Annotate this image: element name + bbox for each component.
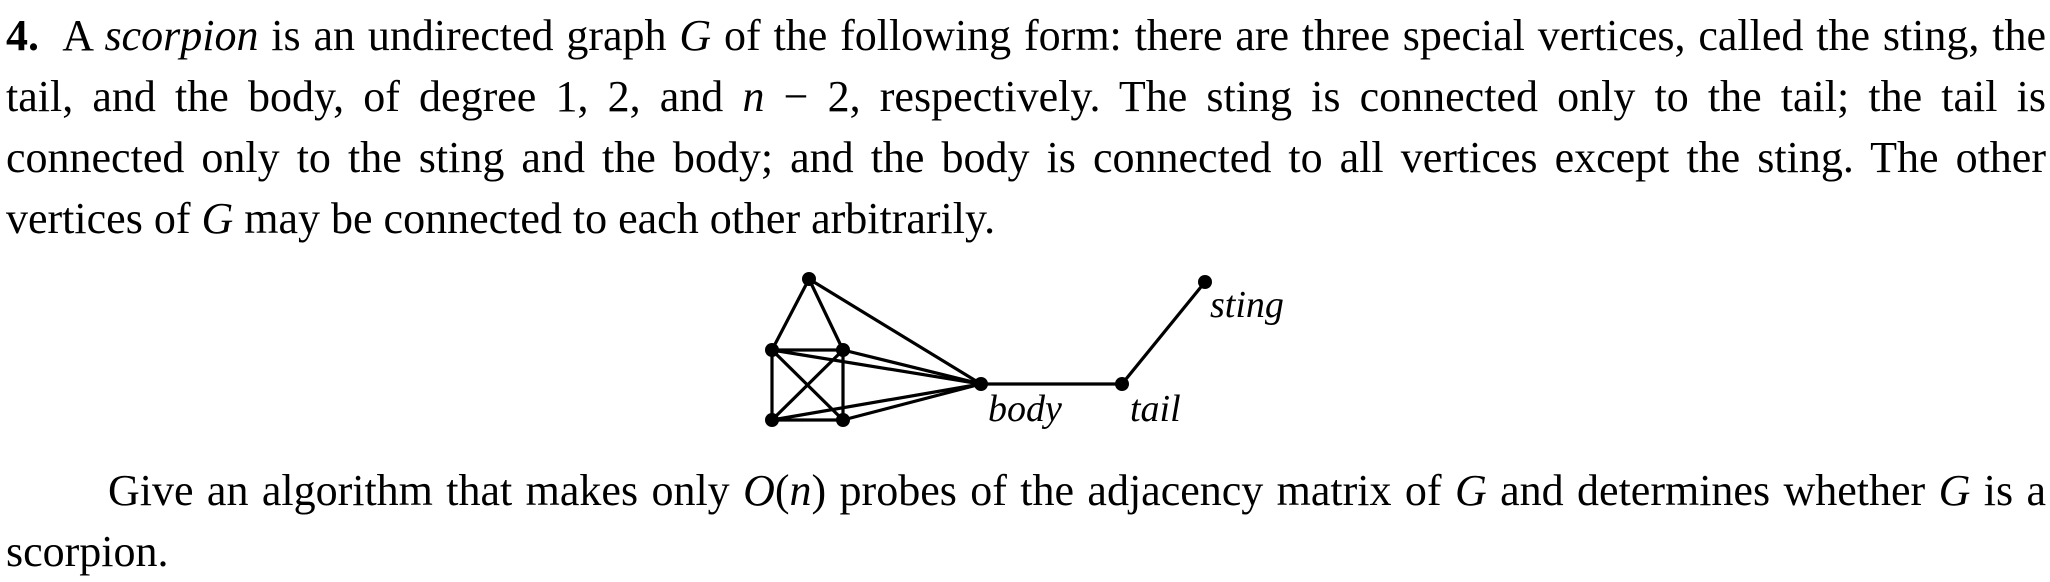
math-degree-1: 1: [555, 72, 578, 121]
graph-vertex: [836, 413, 850, 427]
graph-vertex-body: [974, 377, 988, 391]
scorpion-graph: sting body tail: [765, 272, 1284, 430]
graph-vertex: [765, 343, 779, 357]
text-run: ,: [577, 72, 608, 121]
graph-vertex: [802, 272, 816, 286]
math-n: n: [789, 466, 812, 515]
text-run: , and: [629, 72, 743, 121]
math-n: n: [742, 72, 765, 121]
text-run: Give an algorithm that makes only: [108, 466, 744, 515]
text-run: and determines whether: [1486, 466, 1939, 515]
text-run: may be connected to each other arbitrari…: [233, 194, 996, 243]
graph-edge: [841, 382, 983, 422]
math-G: G: [1938, 466, 1971, 515]
text-run: is an undirected graph: [258, 11, 680, 60]
graph-edge: [770, 277, 811, 352]
graph-vertex: [765, 413, 779, 427]
problem-page: 4. A scorpion is an undirected graph G o…: [0, 0, 2050, 576]
label-body: body: [988, 388, 1062, 430]
math-G: G: [1454, 466, 1487, 515]
problem-statement: 4. A scorpion is an undirected graph G o…: [6, 5, 2046, 249]
scorpion-graph-figure: sting body tail: [740, 262, 1340, 442]
graph-edge: [1120, 280, 1207, 386]
problem-number: 4.: [6, 11, 39, 60]
math-paren-right: ): [811, 466, 827, 515]
problem-question: Give an algorithm that makes only O(n) p…: [6, 460, 2046, 582]
graph-edge: [841, 348, 983, 386]
math-G: G: [201, 194, 234, 243]
label-sting: sting: [1210, 284, 1284, 326]
math-two: 2: [827, 72, 850, 121]
math-O: O: [743, 466, 775, 515]
text-run: A: [62, 11, 105, 60]
math-minus: −: [764, 72, 828, 121]
math-G: G: [679, 11, 712, 60]
math-degree-2: 2: [607, 72, 630, 121]
graph-vertex: [836, 343, 850, 357]
label-tail: tail: [1130, 388, 1181, 430]
term-scorpion: scorpion: [104, 11, 259, 60]
text-run: probes of the adjacency matrix of: [826, 466, 1455, 515]
graph-vertex-tail: [1115, 377, 1129, 391]
math-paren-left: (: [774, 466, 790, 515]
